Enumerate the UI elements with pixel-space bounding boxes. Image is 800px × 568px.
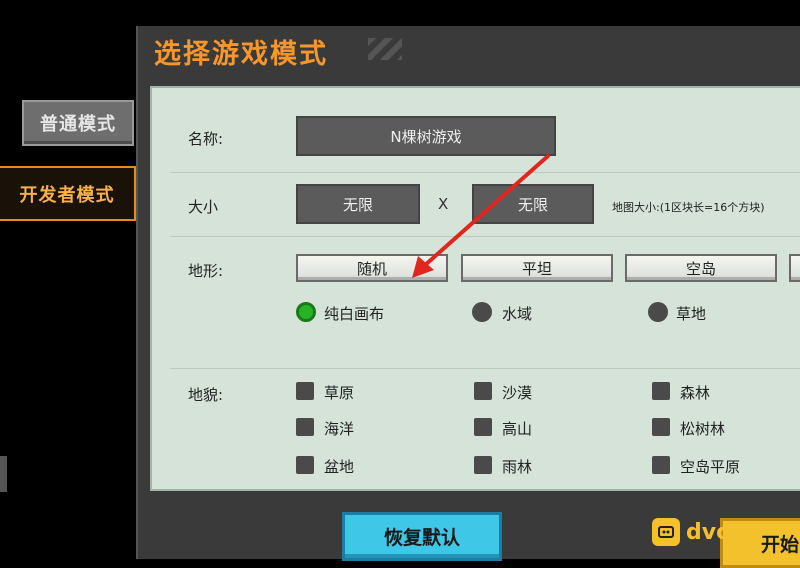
settings-panel: 名称: N棵树游戏 大小 无限 X 无限 地图大小:(1区块长=16个方块) 地… <box>150 86 800 491</box>
watermark-logo-icon <box>652 518 680 546</box>
edge-marker <box>0 456 7 492</box>
normal-mode-tab[interactable]: 普通模式 <box>22 100 134 146</box>
developer-mode-tab[interactable]: 开发者模式 <box>0 166 136 221</box>
mode-select-dialog: 选择游戏模式 名称: N棵树游戏 大小 无限 X 无限 地图大小:(1区块长=1… <box>136 26 800 568</box>
title-decoration <box>368 38 402 60</box>
watermark-text: dvc <box>686 519 730 545</box>
restore-defaults-button[interactable]: 恢复默认 <box>342 512 502 561</box>
red-arrow-icon <box>412 154 550 278</box>
watermark: dvc <box>652 514 800 550</box>
dialog-title: 选择游戏模式 <box>154 39 328 70</box>
